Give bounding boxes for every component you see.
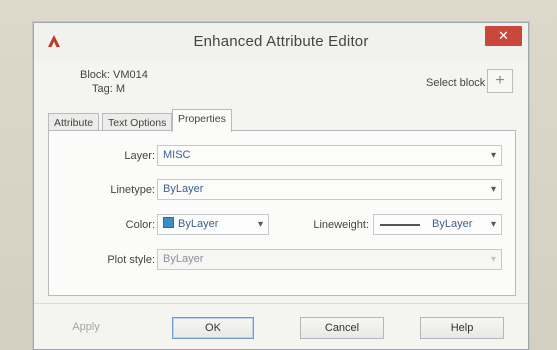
plot-style-label: Plot style: bbox=[107, 254, 155, 266]
footer-divider bbox=[34, 303, 528, 304]
tag-label: Tag: M bbox=[92, 83, 126, 95]
lineweight-select[interactable]: ByLayer ▾ bbox=[373, 214, 502, 235]
layer-select[interactable]: MISC ▾ bbox=[157, 145, 502, 166]
plus-pick-icon: + bbox=[495, 72, 505, 89]
color-label: Color: bbox=[125, 219, 155, 231]
properties-panel: Layer: MISC ▾ Linetype: ByLayer ▾ Color:… bbox=[48, 130, 516, 296]
color-swatch-icon bbox=[163, 217, 174, 228]
title-bar: Enhanced Attribute Editor ✕ bbox=[34, 23, 528, 61]
ok-button[interactable]: OK bbox=[172, 317, 254, 339]
color-select[interactable]: ByLayer ▾ bbox=[157, 214, 269, 235]
tab-attribute[interactable]: Attribute bbox=[48, 113, 100, 131]
apply-button: Apply bbox=[72, 321, 100, 333]
window-title: Enhanced Attribute Editor bbox=[193, 33, 369, 50]
help-button[interactable]: Help bbox=[420, 317, 504, 339]
chevron-down-icon: ▾ bbox=[490, 219, 496, 230]
close-icon: ✕ bbox=[498, 28, 509, 43]
lineweight-value: ByLayer bbox=[432, 218, 473, 230]
color-value: ByLayer bbox=[178, 218, 219, 230]
chevron-down-icon: ▾ bbox=[257, 219, 263, 230]
chevron-down-icon: ▾ bbox=[490, 184, 496, 195]
tab-text-options[interactable]: Text Options bbox=[102, 113, 173, 131]
lineweight-sample-line bbox=[380, 224, 420, 226]
select-block-label: Select block bbox=[426, 77, 486, 89]
chevron-down-icon: ▾ bbox=[490, 150, 496, 161]
close-button[interactable]: ✕ bbox=[485, 26, 522, 46]
chevron-down-icon: ▾ bbox=[490, 254, 496, 265]
layer-label: Layer: bbox=[124, 150, 155, 162]
plot-style-value: ByLayer bbox=[163, 253, 204, 265]
plot-style-select: ByLayer ▾ bbox=[157, 249, 502, 270]
tab-properties[interactable]: Properties bbox=[172, 109, 232, 132]
linetype-label: Linetype: bbox=[110, 184, 155, 196]
layer-value: MISC bbox=[163, 149, 191, 161]
linetype-value: ByLayer bbox=[163, 183, 204, 195]
block-name-label: Block: VM014 bbox=[80, 69, 148, 81]
cancel-button[interactable]: Cancel bbox=[300, 317, 384, 339]
select-block-button[interactable]: + bbox=[487, 69, 513, 93]
enhanced-attribute-editor-dialog: Enhanced Attribute Editor ✕ Block: VM014… bbox=[33, 22, 529, 350]
lineweight-label: Lineweight: bbox=[313, 219, 369, 231]
linetype-select[interactable]: ByLayer ▾ bbox=[157, 179, 502, 200]
